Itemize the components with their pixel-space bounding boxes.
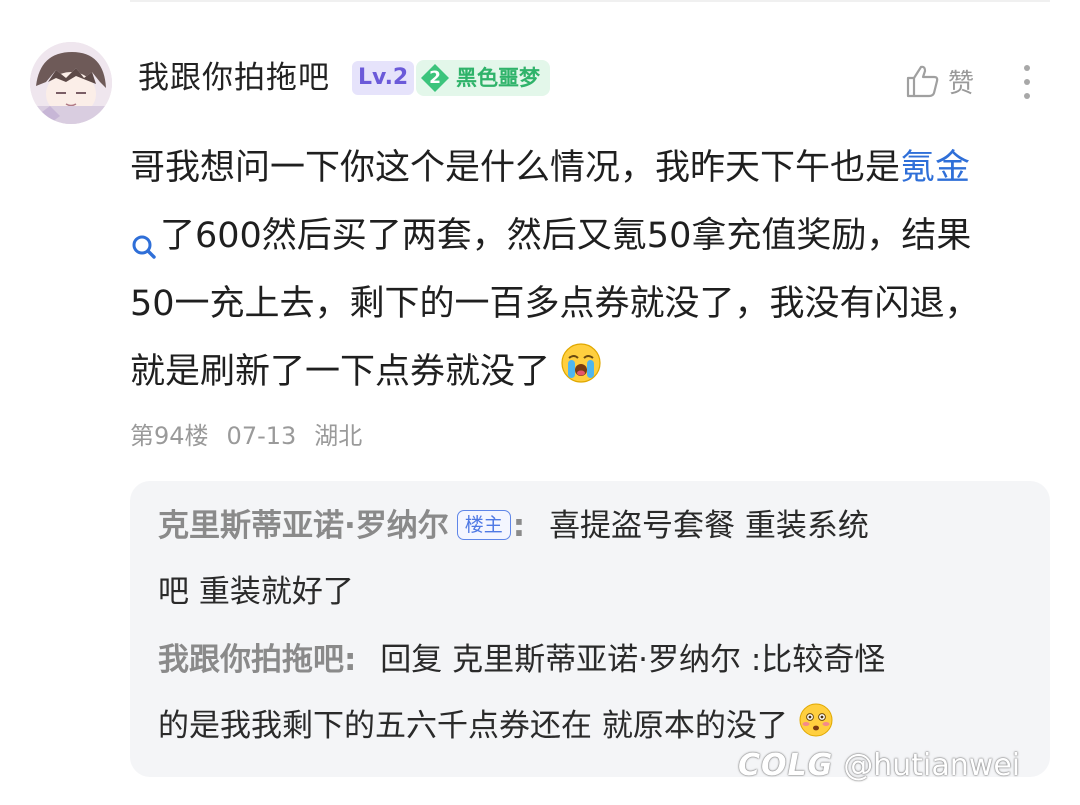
comment-text: 哥我想问一下你这个是什么情况，我昨天下午也是 — [130, 148, 901, 188]
reply-item[interactable]: 克里斯蒂亚诺·罗纳尔 楼主: 喜提盗号套餐 重装系统 吧 重装就好了 — [158, 493, 1038, 625]
reply-author[interactable]: 克里斯蒂亚诺·罗纳尔 — [158, 508, 449, 544]
reply-text: 回复 克里斯蒂亚诺·罗纳尔 :比较奇怪 — [380, 642, 886, 678]
reply-colon: : — [512, 508, 526, 544]
keyword-link[interactable]: 氪金 — [900, 148, 970, 188]
reply-text: 喜提盗号套餐 重装系统 — [549, 508, 869, 544]
top-divider — [130, 0, 1050, 2]
search-icon[interactable] — [130, 220, 158, 259]
like-button[interactable]: 赞 — [904, 60, 974, 102]
thumbs-up-icon — [906, 65, 939, 98]
watermark: COLG @hutianwei — [738, 740, 1020, 790]
comment-line: 了600然后买了两套，然后又氪50拿充值奖励，结果 — [130, 202, 1060, 270]
comment-body: 哥我想问一下你这个是什么情况，我昨天下午也是氪金 了600然后买了两套，然后又氪… — [130, 134, 1060, 406]
more-options-icon[interactable] — [1016, 62, 1038, 102]
fan-badge[interactable]: 2 黑色噩梦 — [416, 60, 550, 96]
like-label: 赞 — [948, 68, 975, 99]
fan-badge-level: 2 — [429, 68, 441, 88]
level-badge: Lv.2 — [352, 61, 415, 95]
comment-text: 就是刷新了一下点券就没了 — [130, 352, 551, 392]
comment-line: 就是刷新了一下点券就没了 — [130, 338, 1060, 406]
avatar-image — [30, 42, 112, 124]
fan-badge-name: 黑色噩梦 — [456, 66, 540, 90]
crying-emoji-icon — [560, 339, 602, 407]
post-date: 07-13 — [226, 422, 297, 450]
floor-number: 第94楼 — [130, 422, 209, 450]
replies-box[interactable]: 克里斯蒂亚诺·罗纳尔 楼主: 喜提盗号套餐 重装系统 吧 重装就好了 我跟你拍拖吧… — [130, 481, 1050, 777]
comment-line: 50一充上去，剩下的一百多点券就没了，我没有闪退， — [130, 270, 1060, 338]
comment-line: 哥我想问一下你这个是什么情况，我昨天下午也是氪金 — [130, 134, 1060, 202]
comment-text: 了600然后买了两套，然后又氪50拿充值奖励，结果 — [160, 216, 972, 256]
watermark-logo: COLG — [738, 747, 834, 783]
post-location: 湖北 — [314, 422, 363, 450]
avatar[interactable] — [30, 42, 112, 124]
op-badge: 楼主 — [456, 510, 511, 540]
comment-meta: 第94楼 07-13 湖北 — [130, 418, 380, 454]
watermark-handle: @hutianwei — [843, 747, 1021, 783]
diamond-icon: 2 — [420, 63, 450, 93]
reply-text: 的是我我剩下的五六千点券还在 就原本的没了 — [158, 708, 788, 744]
reply-author[interactable]: 我跟你拍拖吧: — [158, 642, 356, 678]
comment-author[interactable]: 我跟你拍拖吧 — [138, 56, 330, 100]
comment-text: 50一充上去，剩下的一百多点券就没了，我没有闪退， — [130, 284, 980, 324]
reply-text: 吧 重装就好了 — [158, 574, 354, 610]
